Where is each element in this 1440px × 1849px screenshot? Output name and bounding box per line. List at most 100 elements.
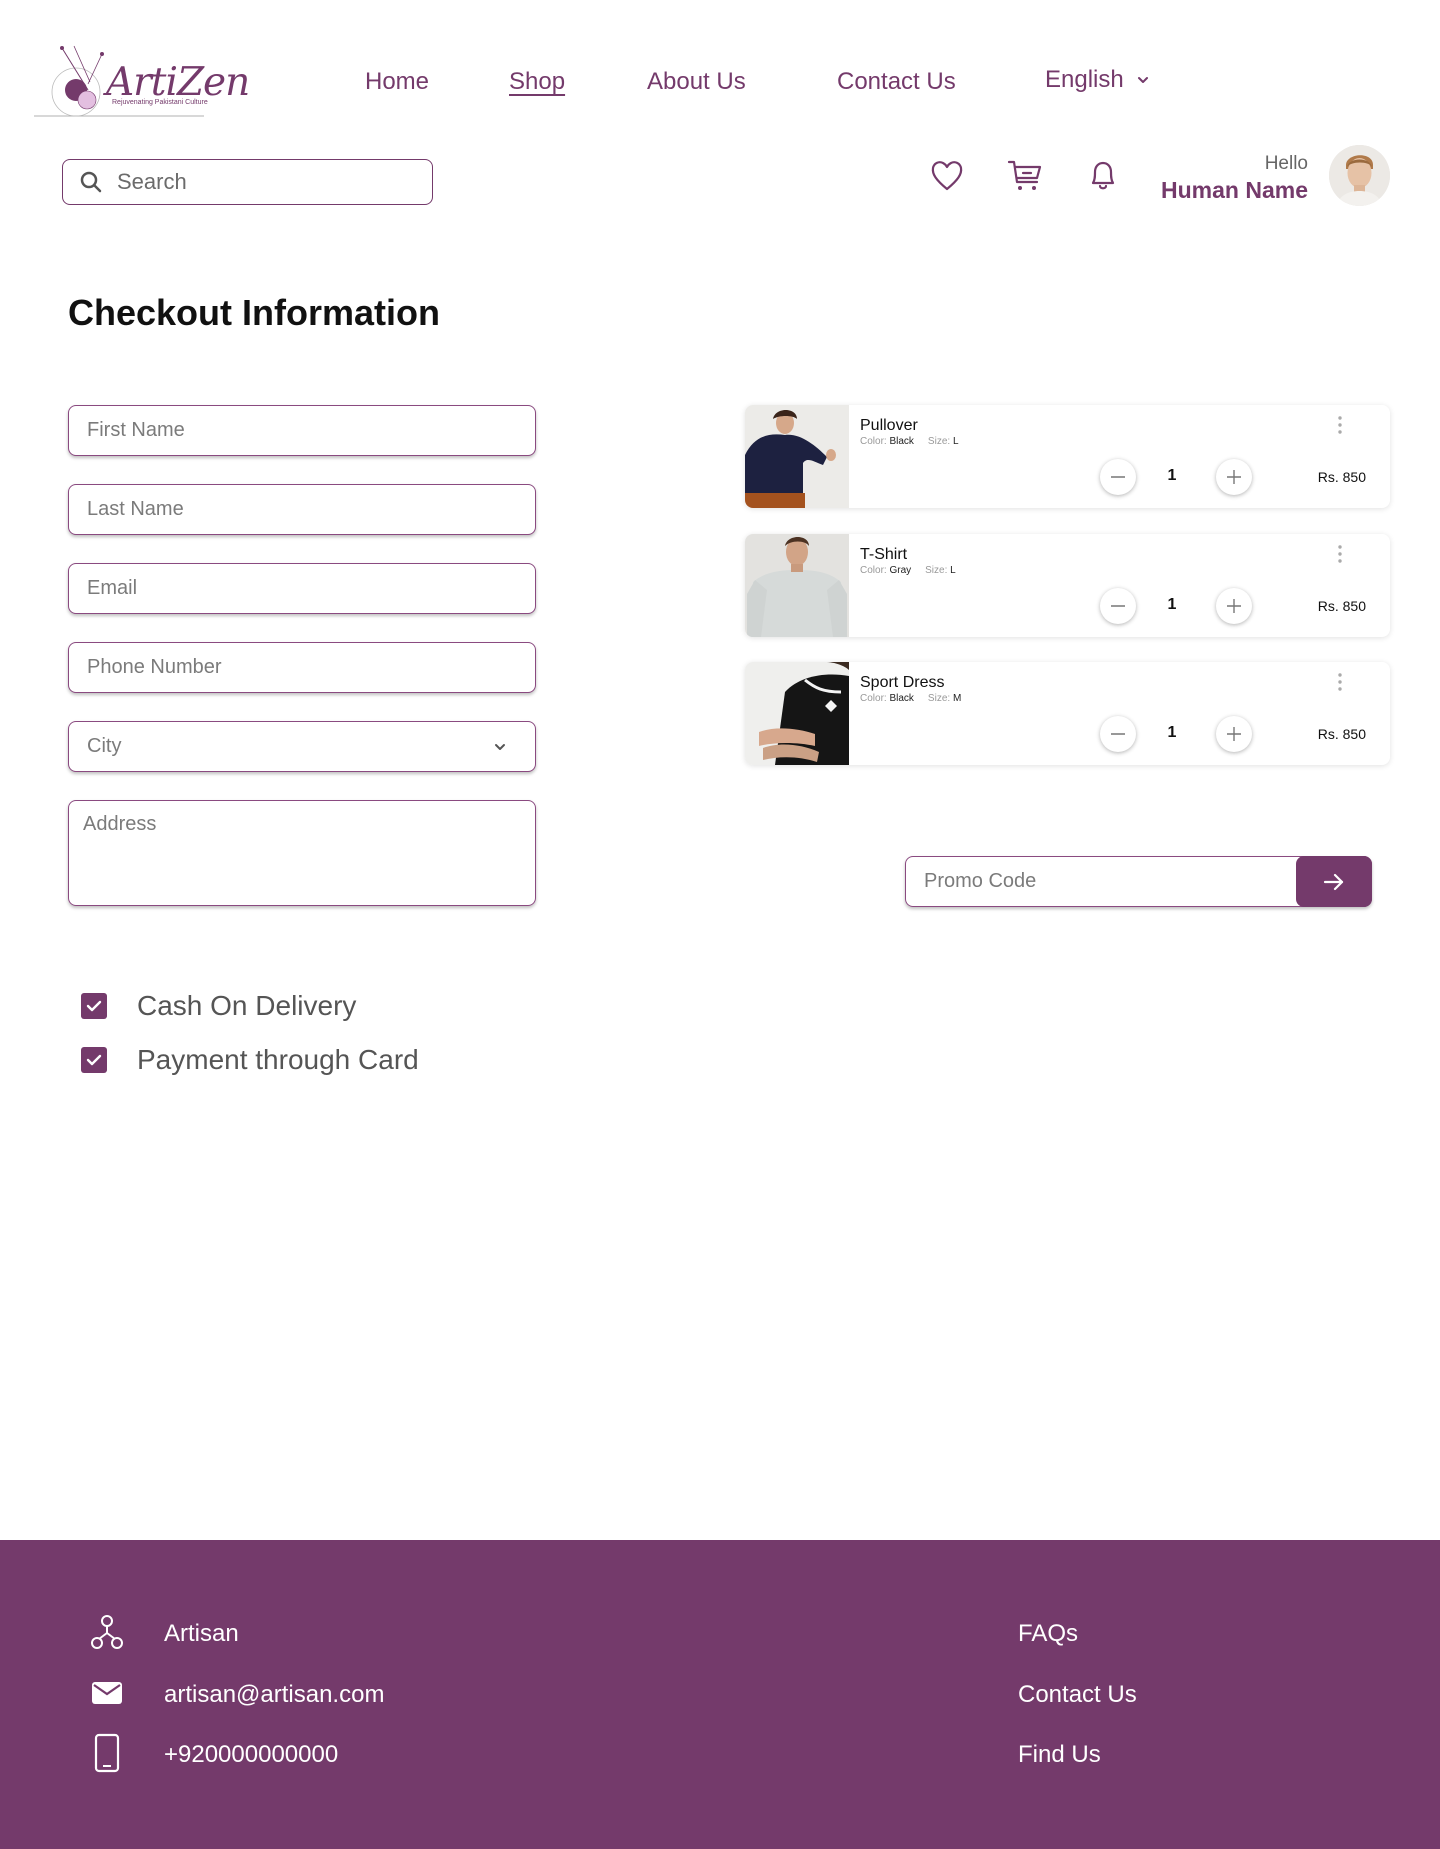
footer: Artisan artisan@artisan.com +92000000000… [0,1540,1440,1849]
product-name: T-Shirt [860,546,908,563]
footer-link-contact-us[interactable]: Contact Us [1018,1681,1137,1709]
chevron-down-icon [495,744,505,750]
size-label: Size: [927,436,951,447]
apply-promo-button[interactable] [1296,856,1372,907]
language-label: English [1045,66,1124,93]
user-name: Human Name [1161,177,1308,203]
more-options-icon[interactable] [1338,415,1342,435]
nav-about-us[interactable]: About Us [647,68,746,96]
decrease-qty-button[interactable] [1100,716,1136,752]
city-select[interactable]: City [68,721,536,772]
first-name-field [68,405,536,456]
checkmark-icon [86,1000,102,1012]
plus-icon [1227,470,1241,484]
avatar[interactable] [1329,145,1390,206]
product-name: Sport Dress [860,674,945,691]
color-value: Gray [889,565,912,576]
color-label: Color: [860,565,887,576]
first-name-input[interactable] [87,419,535,442]
phone-input[interactable] [87,656,535,679]
plus-icon [1227,727,1241,741]
search-icon[interactable] [79,170,103,194]
cart-item: T-Shirt Color: Gray Size: L 1 Rs. 850 [745,534,1390,637]
size-label: Size: [927,693,951,704]
color-value: Black [889,693,914,704]
cart-icon[interactable] [1006,156,1044,194]
logo-tagline: Rejuvenating Pakistani Culture [112,99,208,106]
user-photo [1329,145,1390,206]
footer-contact-org: Artisan [90,1612,239,1652]
product-meta: Color: Black Size: L [860,436,959,447]
search-input[interactable] [117,169,397,195]
checkbox-checked[interactable] [81,1047,107,1073]
size-label: Size: [925,565,948,576]
payment-option-label: Cash On Delivery [137,990,357,1021]
more-options-icon[interactable] [1338,672,1342,692]
decrease-qty-button[interactable] [1100,588,1136,624]
brand-logo[interactable]: ArtiZen Rejuvenating Pakistani Culture [32,42,250,120]
last-name-input[interactable] [87,498,535,521]
product-name: Pullover [860,417,918,434]
payment-option-card[interactable]: Payment through Card [81,1044,419,1076]
footer-email: artisan@artisan.com [164,1681,385,1708]
language-select[interactable]: English [1045,66,1150,94]
mail-icon [92,1682,122,1704]
product-image-pullover[interactable] [745,405,849,508]
size-value: L [952,436,959,447]
product-meta: Color: Black Size: M [860,693,961,704]
footer-org-name: Artisan [164,1620,239,1647]
product-image-tshirt[interactable] [745,534,849,637]
checkbox-checked[interactable] [81,993,107,1019]
footer-contact-phone[interactable]: +920000000000 [90,1733,338,1773]
checkmark-icon [86,1054,102,1066]
nav-home[interactable]: Home [365,68,429,96]
more-options-icon[interactable] [1338,544,1342,564]
last-name-field [68,484,536,535]
org-icon [91,1615,123,1649]
city-select-value: City [87,735,122,757]
color-label: Color: [860,693,887,704]
quantity-value: 1 [1167,467,1177,484]
color-label: Color: [860,436,887,447]
product-price: Rs. 850 [1317,598,1366,614]
cart-item: Pullover Color: Black Size: L 1 Rs. 850 [745,405,1390,508]
footer-contact-email[interactable]: artisan@artisan.com [90,1673,384,1713]
heart-icon[interactable] [928,156,966,194]
payment-option-cod[interactable]: Cash On Delivery [81,990,356,1022]
minus-icon [1111,733,1125,735]
promo-code-input[interactable] [924,870,1284,893]
page-title: Checkout Information [68,292,441,333]
address-input[interactable] [69,801,535,905]
footer-link-find-us[interactable]: Find Us [1018,1741,1101,1769]
email-input[interactable] [87,577,535,600]
payment-option-label: Payment through Card [137,1044,419,1075]
arrow-right-icon [1323,873,1344,890]
decrease-qty-button[interactable] [1100,459,1136,495]
plus-icon [1227,599,1241,613]
footer-link-faqs[interactable]: FAQs [1018,1620,1078,1648]
product-meta: Color: Gray Size: L [860,565,956,576]
search-box [62,159,433,205]
promo-code-field [905,856,1372,907]
greeting-text: Hello [1264,153,1308,174]
cart-item: Sport Dress Color: Black Size: M 1 Rs. 85… [745,662,1390,765]
size-value: M [952,693,962,704]
chevron-down-icon [1137,77,1148,83]
nav-contact-us[interactable]: Contact Us [837,68,956,96]
phone-icon [94,1733,120,1773]
footer-phone: +920000000000 [164,1741,339,1768]
product-price: Rs. 850 [1317,469,1366,485]
quantity-value: 1 [1167,596,1177,613]
bell-icon[interactable] [1084,156,1122,194]
increase-qty-button[interactable] [1216,588,1252,624]
user-greeting[interactable]: Hello Human Name [1161,153,1308,204]
minus-icon [1111,476,1125,478]
size-value: L [950,565,956,576]
phone-field [68,642,536,693]
increase-qty-button[interactable] [1216,716,1252,752]
nav-shop[interactable]: Shop [509,68,565,96]
product-price: Rs. 850 [1317,726,1366,742]
quantity-value: 1 [1167,724,1177,741]
increase-qty-button[interactable] [1216,459,1252,495]
product-image-sport-dress[interactable] [745,662,849,765]
